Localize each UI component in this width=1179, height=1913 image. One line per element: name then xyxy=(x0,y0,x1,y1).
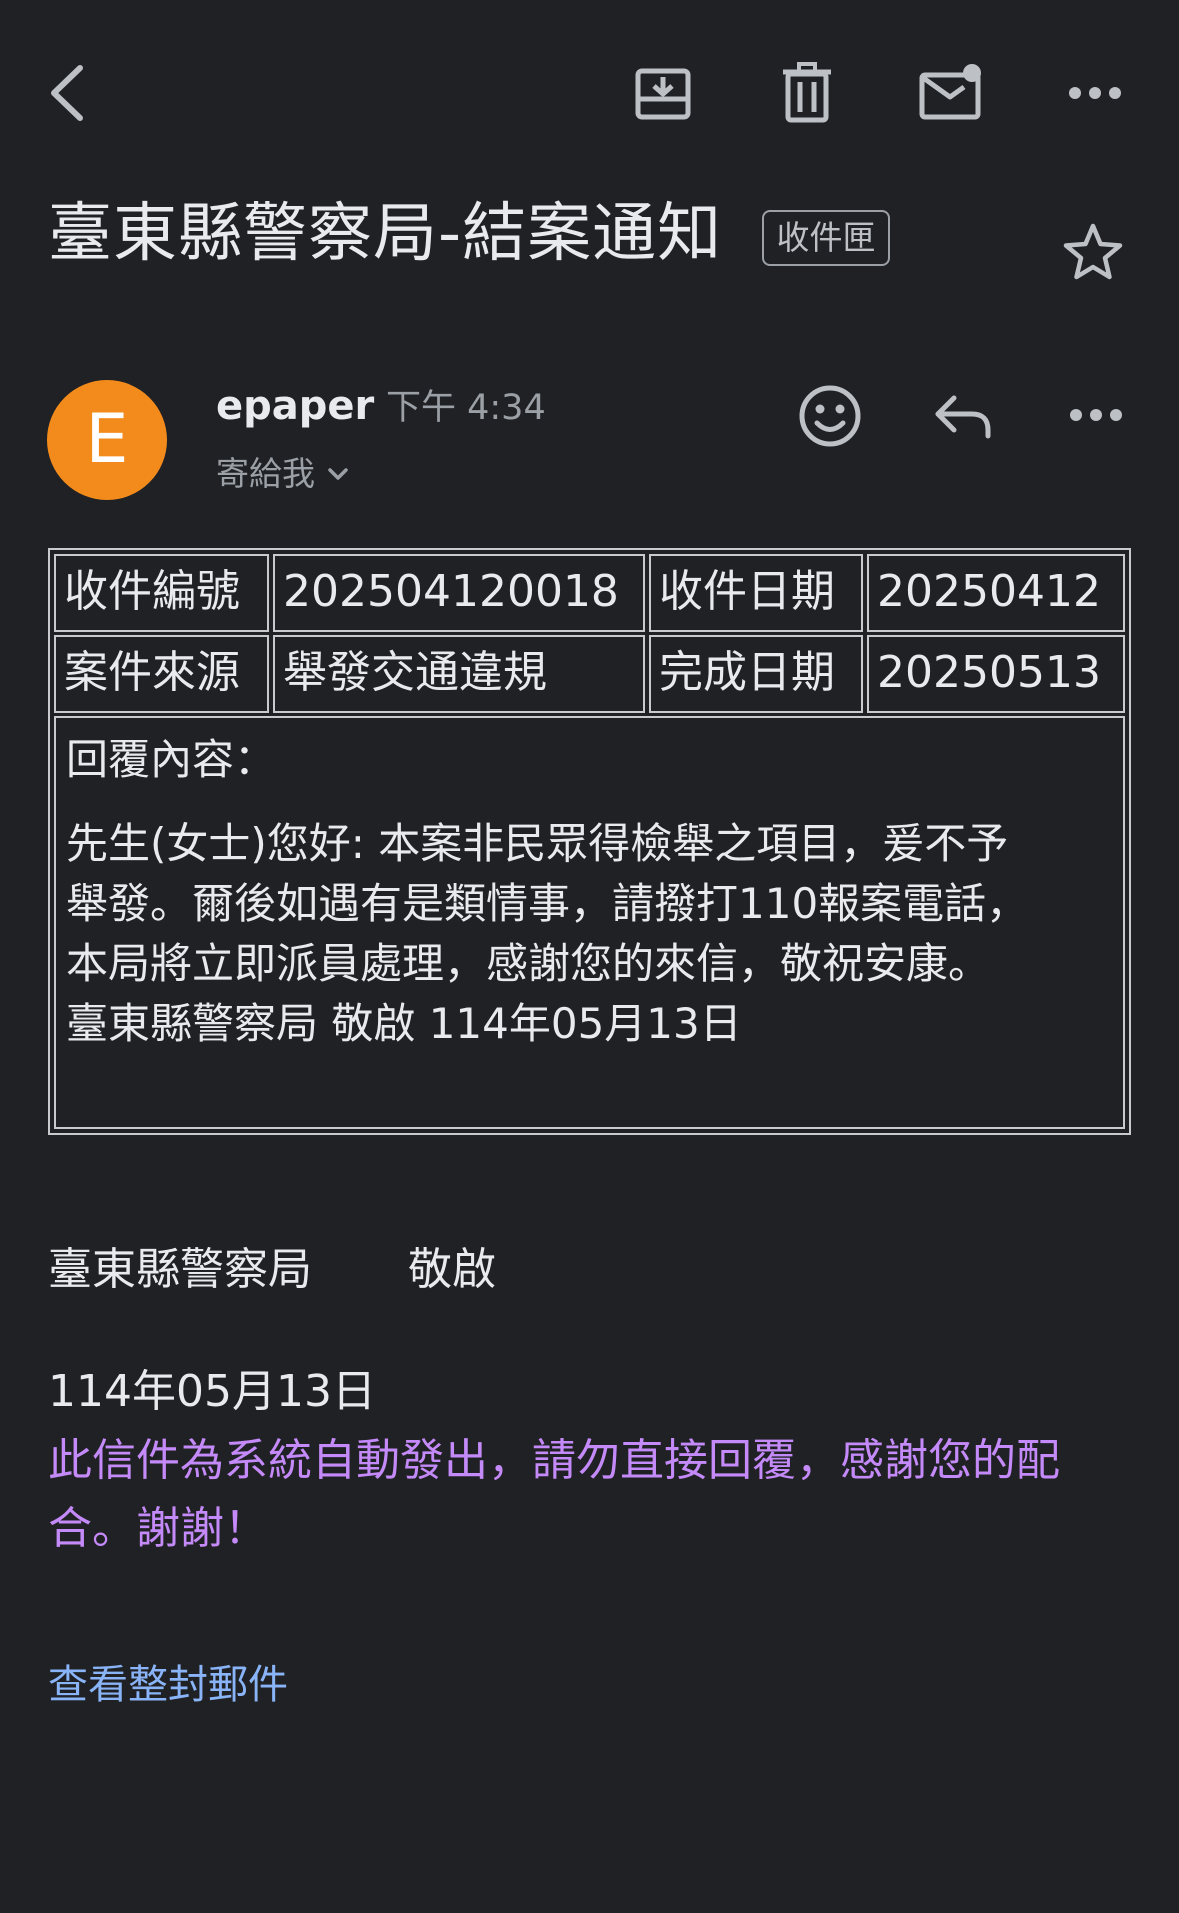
react-button[interactable] xyxy=(798,384,862,452)
more-horizontal-icon xyxy=(1069,87,1121,99)
reply-line: 舉發。爾後如遇有是類情事，請撥打110報案電話， xyxy=(66,879,1029,928)
more-horizontal-icon xyxy=(1070,409,1122,421)
case-info-table: 收件編號 202504120018 收件日期 20250412 案件來源 舉發交… xyxy=(48,548,1131,1135)
mail-unread-icon xyxy=(919,64,981,120)
receipt-date-value: 20250412 xyxy=(867,554,1125,632)
star-button[interactable] xyxy=(1062,222,1124,286)
more-button[interactable] xyxy=(1060,60,1130,126)
chevron-left-icon xyxy=(51,65,83,121)
message-more-button[interactable] xyxy=(1068,405,1124,429)
emoji-icon xyxy=(799,385,861,447)
sent-time: 下午 4:34 xyxy=(386,388,546,428)
star-icon xyxy=(1063,223,1123,280)
receipt-number-label: 收件編號 xyxy=(54,554,269,632)
reply-line: 本局將立即派員處理，感謝您的來信，敬祝安康。 xyxy=(66,939,991,988)
auto-reply-notice: 此信件為系統自動發出，請勿直接回覆，感謝您的配合。謝謝！ xyxy=(48,1435,1060,1554)
chevron-down-icon xyxy=(328,468,348,480)
receipt-date-label: 收件日期 xyxy=(649,554,863,632)
sender-name: epaper xyxy=(216,383,375,429)
signature-line: 臺東縣警察局 敬啟 xyxy=(48,1238,496,1302)
completion-date-label: 完成日期 xyxy=(649,635,863,713)
receipt-number-value: 202504120018 xyxy=(273,554,645,632)
signature-closing: 敬啟 xyxy=(408,1244,496,1295)
recipients-label: 寄給我 xyxy=(216,454,315,493)
reply-content-cell: 回覆內容： 先生(女士)您好: 本案非民眾得檢舉之項目，爰不予 舉發。爾後如遇有… xyxy=(54,716,1125,1129)
reply-content-label: 回覆內容： xyxy=(66,735,277,784)
delete-button[interactable] xyxy=(772,60,842,126)
case-source-value: 舉發交通違規 xyxy=(273,635,645,713)
recipients-toggle[interactable]: 寄給我 xyxy=(216,448,349,500)
completion-date-value: 20250513 xyxy=(867,635,1125,713)
archive-icon xyxy=(635,68,691,120)
signature-date: 114年05月13日 xyxy=(48,1366,376,1417)
reply-button[interactable] xyxy=(932,390,994,446)
sender-avatar[interactable]: E xyxy=(47,380,167,500)
mark-unread-button[interactable] xyxy=(916,60,986,126)
case-source-label: 案件來源 xyxy=(54,635,269,713)
archive-button[interactable] xyxy=(628,60,698,126)
reply-icon xyxy=(935,395,991,439)
signature-org: 臺東縣警察局 xyxy=(48,1244,312,1295)
email-subject: 臺東縣警察局-結案通知 xyxy=(48,197,723,271)
reply-line: 先生(女士)您好: 本案非民眾得檢舉之項目，爰不予 xyxy=(66,819,1009,868)
back-button[interactable] xyxy=(32,60,102,126)
view-entire-message-link[interactable]: 查看整封郵件 xyxy=(48,1655,288,1715)
reply-line: 臺東縣警察局 敬啟 114年05月13日 xyxy=(66,999,742,1048)
inbox-label-chip[interactable]: 收件匣 xyxy=(762,210,890,266)
trash-icon xyxy=(783,62,831,123)
